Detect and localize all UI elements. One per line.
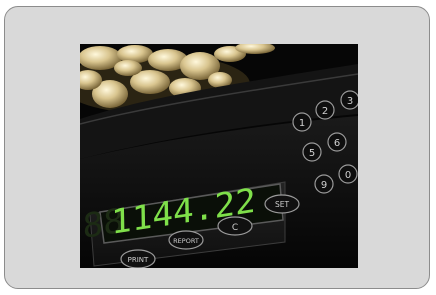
- svg-text:2: 2: [322, 106, 328, 117]
- svg-text:6: 6: [334, 138, 340, 149]
- keypad-key-5: 5: [302, 142, 322, 162]
- keypad-key-9: 9: [314, 174, 334, 194]
- svg-text:3: 3: [347, 96, 353, 107]
- svg-text:9: 9: [321, 180, 327, 191]
- svg-text:0: 0: [345, 170, 351, 181]
- print-button: PRINT: [120, 249, 156, 268]
- svg-text:REPORT: REPORT: [173, 237, 199, 245]
- svg-text:1: 1: [299, 118, 305, 129]
- set-button: SET: [264, 194, 300, 214]
- svg-text:PRINT: PRINT: [128, 256, 149, 264]
- svg-text:SET: SET: [275, 200, 289, 209]
- keypad-key-3: 3: [340, 90, 358, 110]
- coin-counter-photo: 88 1144.22 PRINT REPORT C SET 1 2 3 5 6 …: [80, 44, 358, 268]
- svg-text:C: C: [232, 223, 238, 233]
- c-button: C: [217, 216, 253, 236]
- svg-text:5: 5: [309, 148, 315, 159]
- keypad-key-2: 2: [315, 100, 335, 120]
- keypad-key-6: 6: [327, 132, 347, 152]
- report-button: REPORT: [168, 230, 204, 250]
- keypad-key-0: 0: [338, 164, 358, 184]
- keypad-key-1: 1: [292, 112, 312, 132]
